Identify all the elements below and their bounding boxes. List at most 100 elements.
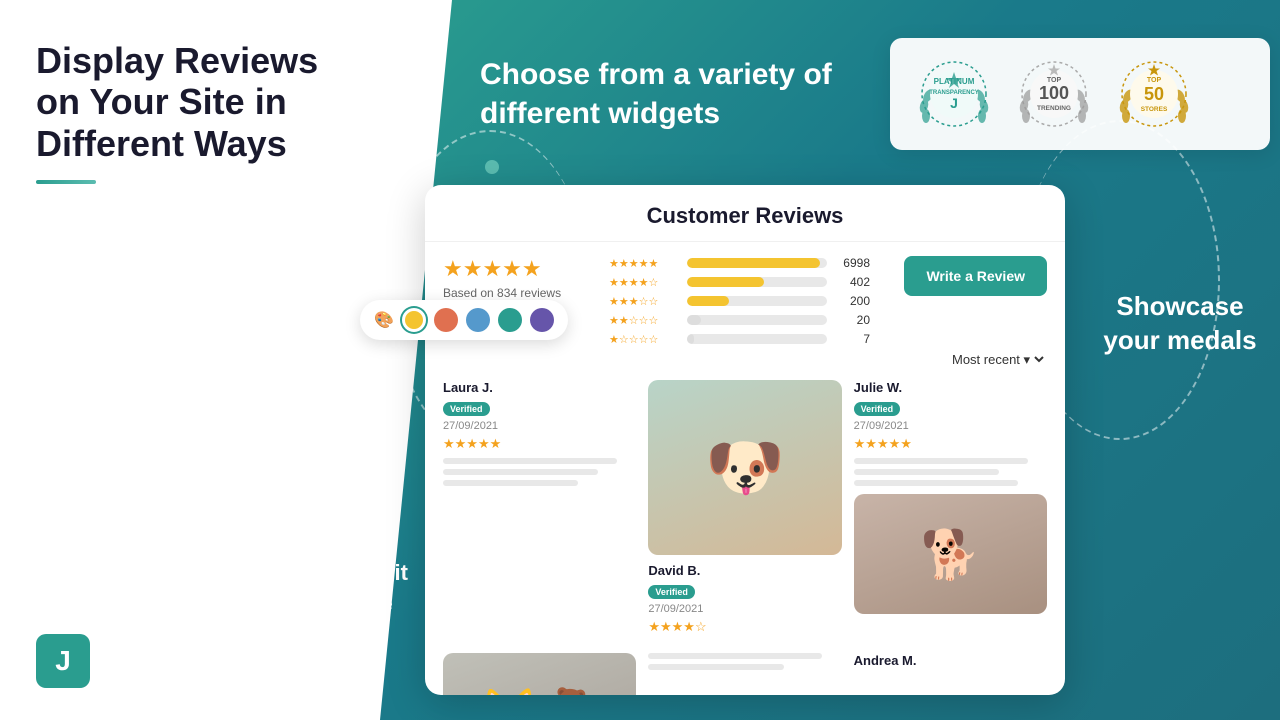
- bar-row-5: ★★★★★ 6998: [609, 256, 888, 270]
- bar-4-track: [687, 277, 827, 287]
- rating-right: Write a Review: [904, 256, 1047, 296]
- color-purple[interactable]: [530, 308, 554, 332]
- review-card-center-image: 🐶 David B. Verified 27/09/2021 ★★★★☆: [648, 380, 841, 641]
- color-teal[interactable]: [498, 308, 522, 332]
- svg-text:TRENDING: TRENDING: [1037, 105, 1071, 112]
- julie-line-1: [854, 458, 1028, 464]
- j-logo: J: [36, 634, 90, 688]
- verified-badge-julie: Verified: [854, 402, 901, 416]
- cat-teddy-emoji: 🐱🧸: [480, 685, 600, 696]
- julie-line-3: [854, 480, 1018, 486]
- review-line-1: [443, 458, 617, 464]
- david-line-2: [648, 664, 783, 670]
- rating-bars: ★★★★★ 6998 ★★★★☆ 402 ★★★☆☆ 200 ★★☆☆☆: [609, 256, 888, 351]
- color-blue[interactable]: [466, 308, 490, 332]
- bar-1-count: 7: [835, 332, 870, 346]
- showcase-medals-text: Showcase your medals: [1100, 290, 1260, 358]
- bar-4-stars: ★★★★☆: [609, 276, 679, 289]
- showcase-text-content: Showcase your medals: [1103, 291, 1256, 355]
- bar-4-count: 402: [835, 275, 870, 289]
- reviewer-name-julie: Julie W.: [854, 380, 1047, 395]
- bar-row-3: ★★★☆☆ 200: [609, 294, 888, 308]
- bar-2-count: 20: [835, 313, 870, 327]
- puppy-emoji: 🐶: [705, 430, 785, 505]
- choose-line1: Choose from a variety of: [480, 58, 832, 91]
- bar-row-2: ★★☆☆☆ 20: [609, 313, 888, 327]
- main-heading: Display Reviews on Your Site in Differen…: [36, 40, 376, 164]
- badge-laurel-top50: TOP 50 STORES: [1114, 54, 1194, 134]
- choose-line2: different widgets: [480, 97, 720, 130]
- bar-2-stars: ★★☆☆☆: [609, 314, 679, 327]
- badge-top100: TOP 100 TRENDING: [1014, 54, 1094, 134]
- badge-top50: TOP 50 STORES: [1114, 54, 1194, 134]
- svg-text:TOP: TOP: [1147, 77, 1162, 84]
- accent-line: [36, 180, 96, 184]
- review-image-cat-teddy: 🐱🧸: [443, 653, 636, 695]
- badges-area: PLATINUM TRANSPARENCY J TOP: [890, 38, 1270, 150]
- logo-letter: J: [55, 645, 71, 677]
- bar-1-track: [687, 334, 827, 344]
- heading-line2: on Your Site in: [36, 81, 287, 122]
- review-card-laura: Laura J. Verified 27/09/2021 ★★★★★: [443, 380, 636, 641]
- badge-laurel-top100: TOP 100 TRENDING: [1014, 54, 1094, 134]
- review-date-david: 27/09/2021: [648, 603, 841, 615]
- reviewer-name-laura: Laura J.: [443, 380, 636, 395]
- bar-3-track: [687, 296, 827, 306]
- svg-text:STORES: STORES: [1141, 106, 1168, 113]
- bar-2-fill: [687, 315, 701, 325]
- david-line-1: [648, 653, 822, 659]
- customize-text-content: Customize and tailor it to your theme st…: [172, 560, 408, 616]
- badge-svg-top50: TOP 50 STORES: [1114, 54, 1194, 134]
- review-stars-julie: ★★★★★: [854, 436, 1047, 452]
- sort-row: Most recent ▾ Highest rated Lowest rated: [443, 351, 1047, 368]
- review-card-cat: 🐱🧸: [443, 653, 636, 695]
- reviews-grid: Laura J. Verified 27/09/2021 ★★★★★ 🐶 Dav…: [443, 380, 1047, 695]
- customize-text: Customize and tailor it to your theme st…: [170, 558, 410, 620]
- badge-svg-top100: TOP 100 TRENDING: [1014, 54, 1094, 134]
- reviewer-name-david: David B.: [648, 563, 841, 578]
- review-stars-laura: ★★★★★: [443, 436, 636, 452]
- based-on-text: Based on 834 reviews: [443, 286, 561, 300]
- write-review-button[interactable]: Write a Review: [904, 256, 1047, 296]
- color-picker[interactable]: 🎨: [360, 300, 568, 340]
- bar-3-fill: [687, 296, 729, 306]
- bar-5-fill: [687, 258, 820, 268]
- verified-badge-laura: Verified: [443, 402, 490, 416]
- badge-laurel-platinum: PLATINUM TRANSPARENCY J: [914, 54, 994, 134]
- heading-line1: Display Reviews: [36, 40, 318, 81]
- bar-5-stars: ★★★★★: [609, 257, 679, 270]
- review-card-julie: Julie W. Verified 27/09/2021 ★★★★★ 🐕: [854, 380, 1047, 641]
- review-line-2: [443, 469, 598, 475]
- sort-select[interactable]: Most recent ▾ Highest rated Lowest rated: [948, 351, 1047, 368]
- verified-badge-david: Verified: [648, 585, 695, 599]
- bar-1-fill: [687, 334, 694, 344]
- bar-5-track: [687, 258, 827, 268]
- svg-text:100: 100: [1039, 83, 1069, 103]
- palette-icon: 🎨: [374, 310, 394, 330]
- svg-text:50: 50: [1144, 84, 1164, 104]
- badge-platinum: PLATINUM TRANSPARENCY J: [914, 54, 994, 134]
- review-card-david-lines: [648, 653, 841, 695]
- choose-text: Choose from a variety of different widge…: [480, 55, 880, 133]
- bar-3-stars: ★★★☆☆: [609, 295, 679, 308]
- bar-row-4: ★★★★☆ 402: [609, 275, 888, 289]
- small-dog-emoji: 🐕: [920, 526, 980, 583]
- color-orange[interactable]: [434, 308, 458, 332]
- review-image-puppy: 🐶: [648, 380, 841, 555]
- widget-header: Customer Reviews: [425, 185, 1065, 242]
- left-content: Display Reviews on Your Site in Differen…: [36, 40, 376, 214]
- review-line-3: [443, 480, 578, 486]
- heading-line3: Different Ways: [36, 123, 287, 164]
- review-image-small-dog: 🐕: [854, 494, 1047, 614]
- bar-3-count: 200: [835, 294, 870, 308]
- review-date-julie: 27/09/2021: [854, 420, 1047, 432]
- reviewer-name-andrea: Andrea M.: [854, 653, 1047, 668]
- review-stars-david: ★★★★☆: [648, 619, 841, 635]
- svg-text:J: J: [950, 95, 958, 111]
- badge-svg-platinum: PLATINUM TRANSPARENCY J: [914, 54, 994, 134]
- bar-5-count: 6998: [835, 256, 870, 270]
- widget-card: Customer Reviews ★★★★★ Based on 834 revi…: [425, 185, 1065, 695]
- bar-2-track: [687, 315, 827, 325]
- review-date-laura: 27/09/2021: [443, 420, 636, 432]
- color-yellow[interactable]: [402, 308, 426, 332]
